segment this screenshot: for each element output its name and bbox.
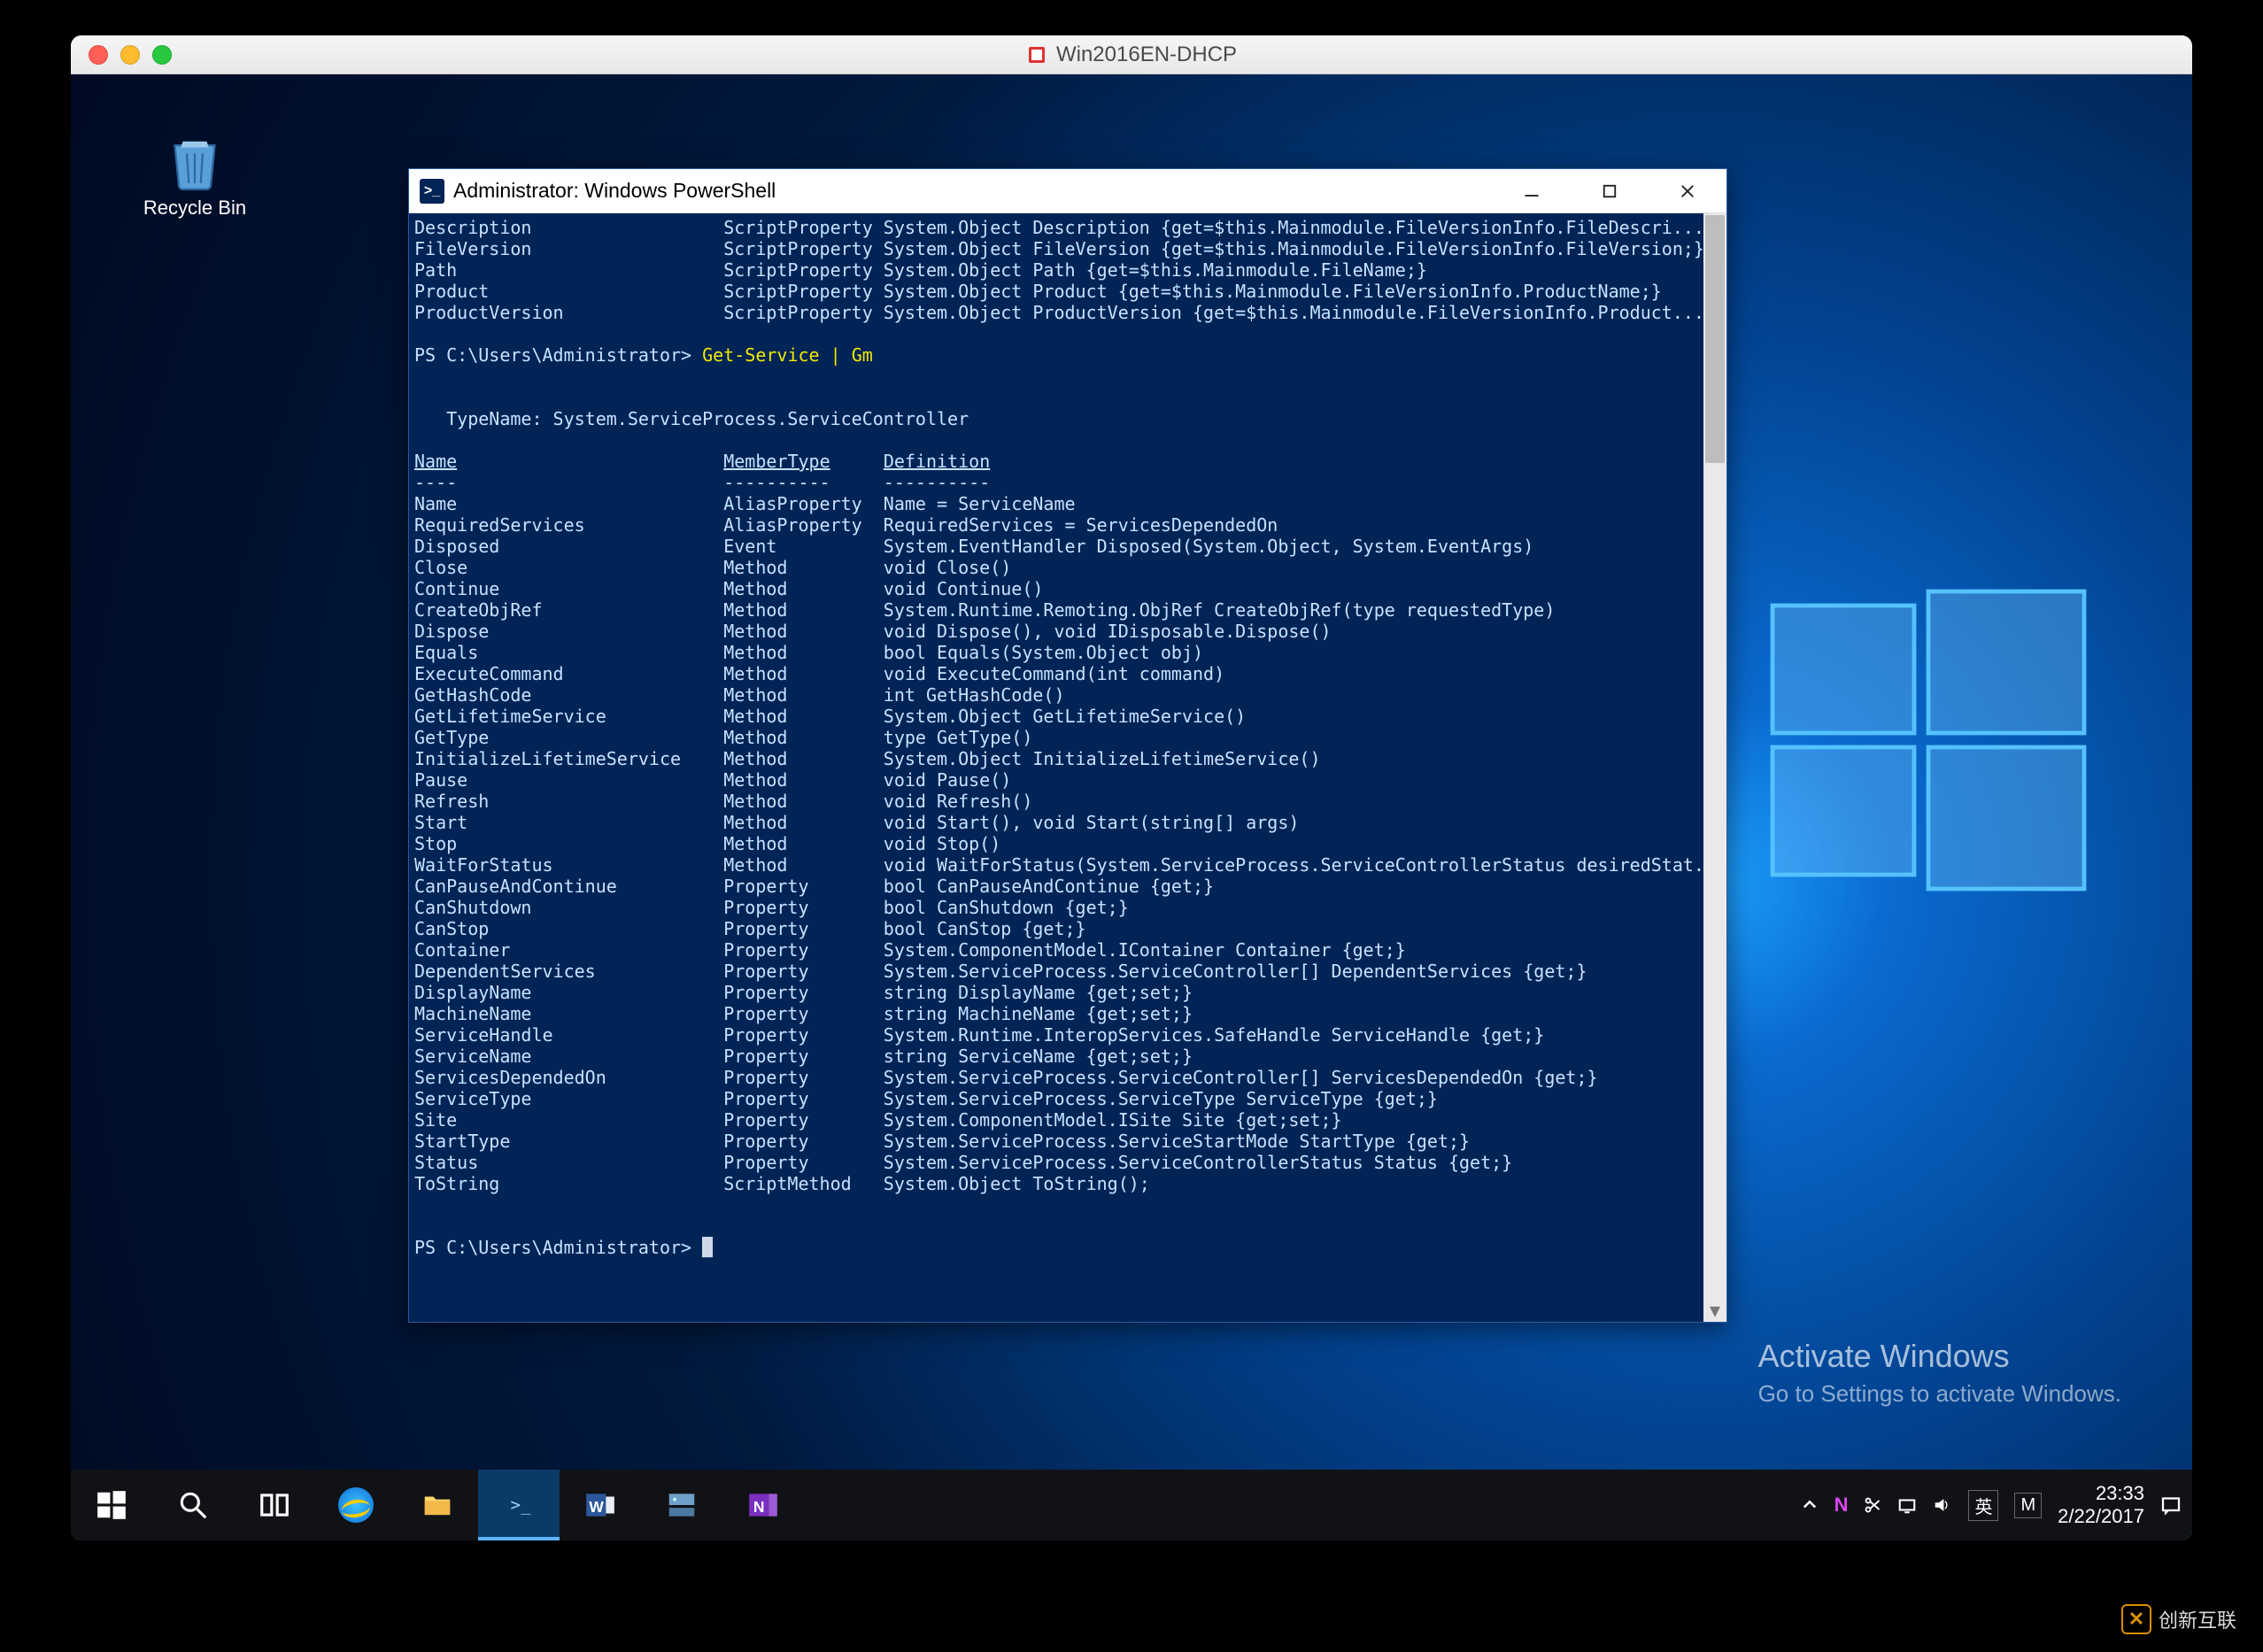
powershell-console[interactable]: Description ScriptProperty System.Object… [409, 213, 1726, 1322]
recycle-bin-icon[interactable]: Recycle Bin [133, 127, 257, 220]
onenote-icon: N [746, 1488, 780, 1522]
action-center-icon[interactable] [2160, 1494, 2182, 1516]
tray-volume-icon[interactable] [1933, 1495, 1952, 1515]
watermark-text: 创新互联 [2159, 1605, 2236, 1633]
tray-network-icon[interactable] [1897, 1495, 1917, 1515]
folder-icon [421, 1488, 454, 1522]
mac-close-button[interactable] [89, 45, 108, 65]
search-button[interactable] [152, 1470, 234, 1540]
activate-windows-watermark: Activate Windows Go to Settings to activ… [1758, 1338, 2121, 1408]
activate-title: Activate Windows [1758, 1338, 2121, 1375]
tray-onenote-icon[interactable]: N [1834, 1494, 1849, 1517]
windows-logo [1751, 570, 2105, 924]
page-watermark: ✕ 创新互联 [2121, 1604, 2236, 1634]
minimize-button[interactable] [1493, 169, 1571, 213]
tray-clock[interactable]: 23:33 2/22/2017 [2058, 1482, 2144, 1529]
scroll-down-arrow[interactable]: ▼ [1703, 1299, 1726, 1322]
close-button[interactable] [1649, 169, 1726, 213]
powershell-titlebar[interactable]: >_ Administrator: Windows PowerShell [409, 169, 1726, 213]
taskbar-powershell[interactable]: >_ [478, 1470, 560, 1540]
task-view-button[interactable] [234, 1470, 315, 1540]
taskbar-explorer[interactable] [397, 1470, 478, 1540]
ie-icon [338, 1487, 374, 1523]
mac-traffic-lights [71, 45, 172, 65]
scroll-thumb[interactable] [1705, 215, 1725, 463]
tray-language[interactable]: 英 [1968, 1490, 1998, 1521]
taskbar-ie[interactable] [315, 1470, 397, 1540]
taskbar[interactable]: >_ W N N 英 M [71, 1470, 2192, 1540]
scrollbar[interactable]: ▲ ▼ [1703, 213, 1726, 1322]
recycle-bin-label: Recycle Bin [143, 197, 246, 220]
taskbar-word[interactable]: W [560, 1470, 641, 1540]
trash-icon [163, 127, 227, 191]
mac-window-title: Win2016EN-DHCP [71, 42, 2192, 67]
server-icon [665, 1488, 699, 1522]
svg-text:N: N [753, 1498, 765, 1516]
svg-text:W: W [589, 1498, 604, 1516]
tray-time: 23:33 [2058, 1482, 2144, 1505]
activate-subtitle: Go to Settings to activate Windows. [1758, 1380, 2121, 1408]
start-button[interactable] [71, 1470, 152, 1540]
tray-scissors-icon[interactable] [1864, 1496, 1881, 1514]
windows-desktop[interactable]: Recycle Bin Activate Windows Go to Setti… [71, 74, 2192, 1540]
taskbar-onenote[interactable]: N [722, 1470, 804, 1540]
word-icon: W [583, 1488, 617, 1522]
maximize-button[interactable] [1571, 169, 1649, 213]
taskbar-server-manager[interactable] [641, 1470, 722, 1540]
tray-ime[interactable]: M [2014, 1493, 2042, 1518]
mac-host-window: Win2016EN-DHCP Recycle Bin Activ [71, 35, 2192, 1540]
powershell-icon: >_ [420, 179, 444, 204]
tray-chevron-up-icon[interactable] [1801, 1496, 1819, 1514]
mac-maximize-button[interactable] [152, 45, 172, 65]
mac-titlebar[interactable]: Win2016EN-DHCP [71, 35, 2192, 74]
powershell-window[interactable]: >_ Administrator: Windows PowerShell [408, 168, 1727, 1323]
mac-minimize-button[interactable] [120, 45, 140, 65]
watermark-icon: ✕ [2121, 1604, 2151, 1634]
powershell-icon: >_ [502, 1486, 536, 1520]
vm-icon [1026, 44, 1047, 66]
tray-date: 2/22/2017 [2058, 1505, 2144, 1528]
powershell-title: Administrator: Windows PowerShell [453, 179, 776, 203]
svg-text:>_: >_ [511, 1495, 531, 1515]
